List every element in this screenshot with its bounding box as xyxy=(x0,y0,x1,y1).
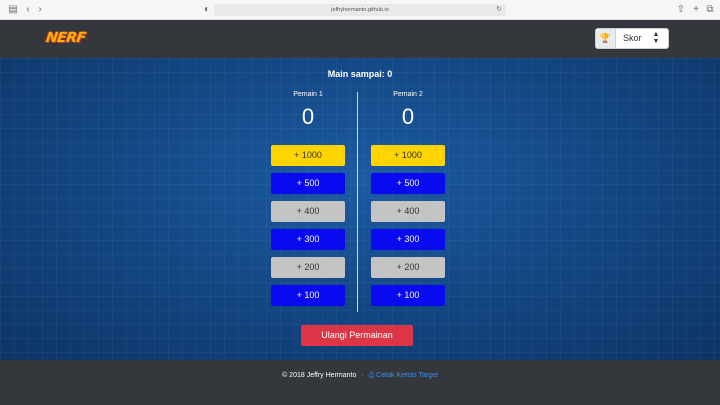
player-1-add-200-button[interactable]: + 200 xyxy=(271,257,345,278)
play-to-heading: Main sampai: 0 xyxy=(0,69,720,79)
player-2-add-1000-button[interactable]: + 1000 xyxy=(371,145,445,166)
share-icon[interactable]: ⇧ xyxy=(674,3,688,17)
player-2-add-500-button[interactable]: + 500 xyxy=(371,173,445,194)
player-2-add-400-button[interactable]: + 400 xyxy=(371,201,445,222)
navbar: NERF 🏆 Skor ▲ ▼ xyxy=(0,20,720,58)
forward-icon[interactable]: › xyxy=(33,3,47,17)
player-2-score: 0 xyxy=(401,104,415,129)
print-target-link-text: Cetak Kertas Target xyxy=(376,372,438,379)
address-bar[interactable]: jeffryhermanto.github.io ↻ xyxy=(214,4,506,16)
score-mode-value: Skor xyxy=(623,33,642,43)
print-target-link[interactable]: ⎙ Cetak Kertas Target xyxy=(369,372,438,379)
footer-line: © 2018 Jeffry Hermanto · ⎙ Cetak Kertas … xyxy=(0,372,720,380)
copyright-text: © 2018 Jeffry Hermanto xyxy=(282,372,357,379)
player-1-add-100-button[interactable]: + 100 xyxy=(271,285,345,306)
player-1-name: Pemain 1 xyxy=(293,91,323,98)
footer: © 2018 Jeffry Hermanto · ⎙ Cetak Kertas … xyxy=(0,360,720,405)
trophy-icon: 🏆 xyxy=(596,29,616,48)
player-1-score: 0 xyxy=(301,104,315,129)
footer-separator: · xyxy=(361,372,364,379)
player-2-add-100-button[interactable]: + 100 xyxy=(371,285,445,306)
reset-game-button[interactable]: Ulangi Permainan xyxy=(301,325,413,346)
player-2-add-300-button[interactable]: + 300 xyxy=(371,229,445,250)
player-1-add-500-button[interactable]: + 500 xyxy=(271,173,345,194)
play-to-label: Main sampai: xyxy=(327,69,385,79)
tabs-overview-icon[interactable]: ⧉ xyxy=(703,3,717,17)
player-divider xyxy=(357,92,358,312)
player-2-panel: Pemain 2 0 + 1000 + 500 + 400 + 300 + 20… xyxy=(371,91,445,306)
player-1-panel: Pemain 1 0 + 1000 + 500 + 400 + 300 + 20… xyxy=(271,91,345,306)
nerf-logo[interactable]: NERF xyxy=(45,30,87,46)
player-1-add-300-button[interactable]: + 300 xyxy=(271,229,345,250)
play-to-value: 0 xyxy=(387,69,393,79)
player-2-name: Pemain 2 xyxy=(393,91,423,98)
score-mode-select[interactable]: 🏆 Skor ▲ ▼ xyxy=(595,28,669,49)
player-2-add-200-button[interactable]: + 200 xyxy=(371,257,445,278)
game-area: Main sampai: 0 Pemain 1 0 + 1000 + 500 +… xyxy=(0,58,720,360)
chevron-updown-icon: ▲ ▼ xyxy=(652,31,660,45)
sidebar-toggle-icon[interactable]: ▤ xyxy=(6,3,20,17)
new-tab-icon[interactable]: + xyxy=(689,3,703,17)
player-1-add-400-button[interactable]: + 400 xyxy=(271,201,345,222)
address-url: jeffryhermanto.github.io xyxy=(331,7,389,13)
privacy-shield-icon[interactable]: ◐ xyxy=(200,3,214,17)
browser-toolbar: ▤ ‹ › ◐ jeffryhermanto.github.io ↻ ⇧ + ⧉ xyxy=(0,0,720,20)
reload-icon[interactable]: ↻ xyxy=(496,4,502,16)
player-1-add-1000-button[interactable]: + 1000 xyxy=(271,145,345,166)
